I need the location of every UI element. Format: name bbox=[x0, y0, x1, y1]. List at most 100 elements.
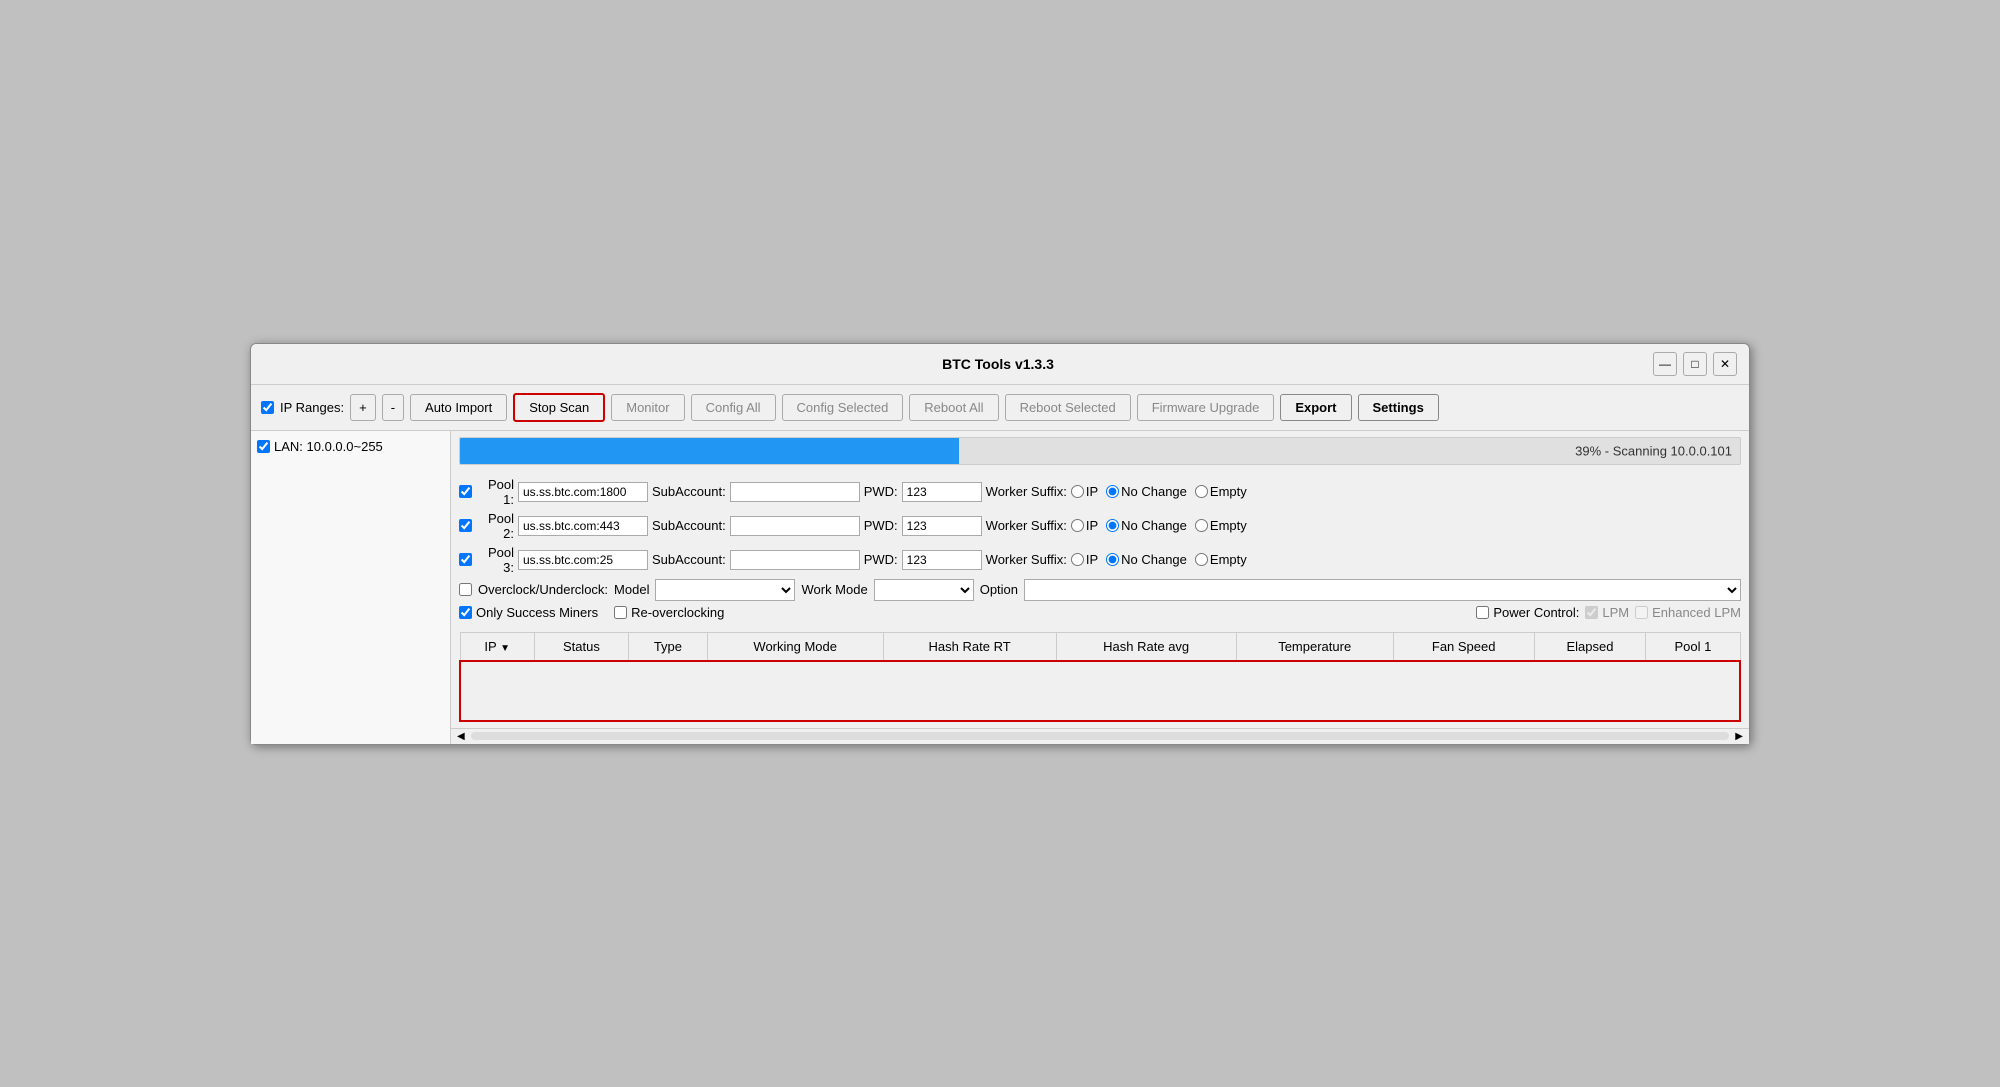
lpm-label: LPM bbox=[1602, 605, 1629, 620]
pool-2-nochange-option[interactable]: No Change bbox=[1106, 518, 1187, 533]
th-ip-label: IP bbox=[484, 639, 496, 654]
pool-3-ip-radio[interactable] bbox=[1071, 553, 1084, 566]
pool-3-empty-option[interactable]: Empty bbox=[1195, 552, 1247, 567]
pool-3-url[interactable] bbox=[518, 550, 648, 570]
pool-2-ip-label: IP bbox=[1086, 518, 1098, 533]
lpm-checkbox[interactable] bbox=[1585, 606, 1598, 619]
pool-3-checkbox[interactable] bbox=[459, 553, 472, 566]
minimize-button[interactable]: — bbox=[1653, 352, 1677, 376]
pool-3-nochange-label: No Change bbox=[1121, 552, 1187, 567]
pool-3-nochange-radio[interactable] bbox=[1106, 553, 1119, 566]
monitor-button[interactable]: Monitor bbox=[611, 394, 684, 421]
pool-1-nochange-radio[interactable] bbox=[1106, 485, 1119, 498]
pool-2-pwd-input[interactable] bbox=[902, 516, 982, 536]
pool-2-worker-suffix: Worker Suffix: IP No Change bbox=[986, 518, 1247, 533]
pool-1-empty-label: Empty bbox=[1210, 484, 1247, 499]
power-control-checkbox[interactable] bbox=[1476, 606, 1489, 619]
pool-1-subaccount-label: SubAccount: bbox=[652, 484, 726, 499]
re-overclocking-checkbox[interactable] bbox=[614, 606, 627, 619]
th-type: Type bbox=[628, 632, 707, 661]
pool-2-url[interactable] bbox=[518, 516, 648, 536]
pool-1-subaccount-input[interactable] bbox=[730, 482, 860, 502]
config-selected-button[interactable]: Config Selected bbox=[782, 394, 904, 421]
reboot-selected-button[interactable]: Reboot Selected bbox=[1005, 394, 1131, 421]
pool-2-empty-option[interactable]: Empty bbox=[1195, 518, 1247, 533]
ip-ranges-checkbox[interactable] bbox=[261, 401, 274, 414]
scroll-left-arrow[interactable]: ◀ bbox=[455, 731, 467, 742]
pool-1-ip-radio[interactable] bbox=[1071, 485, 1084, 498]
only-success-checkbox[interactable] bbox=[459, 606, 472, 619]
stop-scan-button[interactable]: Stop Scan bbox=[513, 393, 605, 422]
enhanced-lpm-label: Enhanced LPM bbox=[1652, 605, 1741, 620]
overclock-checkbox[interactable] bbox=[459, 583, 472, 596]
th-ip[interactable]: IP ▼ bbox=[460, 632, 534, 661]
model-select[interactable] bbox=[655, 579, 795, 601]
pool-2-ip-radio[interactable] bbox=[1071, 519, 1084, 532]
th-hash-rate-rt: Hash Rate RT bbox=[883, 632, 1056, 661]
option-select[interactable] bbox=[1024, 579, 1741, 601]
main-window: BTC Tools v1.3.3 — □ ✕ IP Ranges: + - Au… bbox=[250, 343, 1750, 745]
pool-1-checkbox[interactable] bbox=[459, 485, 472, 498]
workmode-select[interactable] bbox=[874, 579, 974, 601]
pool-3-nochange-option[interactable]: No Change bbox=[1106, 552, 1187, 567]
pool-3-label: Pool 3: bbox=[475, 545, 514, 575]
enhanced-lpm-checkbox[interactable] bbox=[1635, 606, 1648, 619]
close-button[interactable]: ✕ bbox=[1713, 352, 1737, 376]
pool-3-empty-radio[interactable] bbox=[1195, 553, 1208, 566]
pool-1-pwd-label: PWD: bbox=[864, 484, 898, 499]
reboot-all-button[interactable]: Reboot All bbox=[909, 394, 998, 421]
pool-2-checkbox[interactable] bbox=[459, 519, 472, 532]
pool-1-pwd-input[interactable] bbox=[902, 482, 982, 502]
lan-item: LAN: 10.0.0.0~255 bbox=[257, 437, 444, 456]
remove-ip-button[interactable]: - bbox=[382, 394, 404, 421]
firmware-upgrade-button[interactable]: Firmware Upgrade bbox=[1137, 394, 1275, 421]
pool-3-radio-group: IP No Change Empty bbox=[1071, 552, 1247, 567]
auto-import-button[interactable]: Auto Import bbox=[410, 394, 507, 421]
scroll-track[interactable] bbox=[471, 732, 1730, 740]
table-header: IP ▼ Status Type Working Mode bbox=[460, 632, 1740, 661]
pool-1-empty-option[interactable]: Empty bbox=[1195, 484, 1247, 499]
pool-2-nochange-label: No Change bbox=[1121, 518, 1187, 533]
maximize-button[interactable]: □ bbox=[1683, 352, 1707, 376]
pool-3-row: Pool 3: SubAccount: PWD: Worker Suffix: … bbox=[459, 545, 1741, 575]
workmode-label: Work Mode bbox=[801, 582, 867, 597]
re-overclocking-label: Re-overclocking bbox=[631, 605, 724, 620]
th-elapsed: Elapsed bbox=[1534, 632, 1646, 661]
enhanced-lpm-option: Enhanced LPM bbox=[1635, 605, 1741, 620]
pool-2-subaccount-input[interactable] bbox=[730, 516, 860, 536]
scroll-right-arrow[interactable]: ▶ bbox=[1733, 731, 1745, 742]
re-overclocking-option[interactable]: Re-overclocking bbox=[614, 605, 724, 620]
th-hash-rate-avg: Hash Rate avg bbox=[1056, 632, 1236, 661]
pool-2-empty-radio[interactable] bbox=[1195, 519, 1208, 532]
th-fan-speed-label: Fan Speed bbox=[1432, 639, 1496, 654]
model-label: Model bbox=[614, 582, 649, 597]
progress-bar-bg: 39% - Scanning 10.0.0.101 bbox=[459, 437, 1741, 465]
main-area: LAN: 10.0.0.0~255 39% - Scanning 10.0.0.… bbox=[251, 431, 1749, 744]
pool-2-ip-option[interactable]: IP bbox=[1071, 518, 1098, 533]
pool-3-subaccount-input[interactable] bbox=[730, 550, 860, 570]
th-hash-rate-avg-label: Hash Rate avg bbox=[1103, 639, 1189, 654]
th-working-mode: Working Mode bbox=[707, 632, 883, 661]
pool-3-pwd-input[interactable] bbox=[902, 550, 982, 570]
only-success-option[interactable]: Only Success Miners bbox=[459, 605, 598, 620]
export-button[interactable]: Export bbox=[1280, 394, 1351, 421]
power-control-option[interactable]: Power Control: bbox=[1476, 605, 1579, 620]
pool-3-worker-suffix: Worker Suffix: IP No Change bbox=[986, 552, 1247, 567]
settings-button[interactable]: Settings bbox=[1358, 394, 1439, 421]
empty-cell bbox=[460, 661, 1740, 721]
pool-1-url[interactable] bbox=[518, 482, 648, 502]
pool-3-label-group: Pool 3: bbox=[459, 545, 514, 575]
pool-2-nochange-radio[interactable] bbox=[1106, 519, 1119, 532]
pool-1-ip-option[interactable]: IP bbox=[1071, 484, 1098, 499]
lpm-option: LPM bbox=[1585, 605, 1629, 620]
pool-3-ip-option[interactable]: IP bbox=[1071, 552, 1098, 567]
lan-checkbox[interactable] bbox=[257, 440, 270, 453]
pool-1-empty-radio[interactable] bbox=[1195, 485, 1208, 498]
config-all-button[interactable]: Config All bbox=[691, 394, 776, 421]
add-ip-button[interactable]: + bbox=[350, 394, 376, 421]
pool-2-radio-group: IP No Change Empty bbox=[1071, 518, 1247, 533]
lan-label: LAN: 10.0.0.0~255 bbox=[274, 439, 383, 454]
pool-1-nochange-option[interactable]: No Change bbox=[1106, 484, 1187, 499]
th-type-label: Type bbox=[654, 639, 682, 654]
pool-1-radio-group: IP No Change Empty bbox=[1071, 484, 1247, 499]
